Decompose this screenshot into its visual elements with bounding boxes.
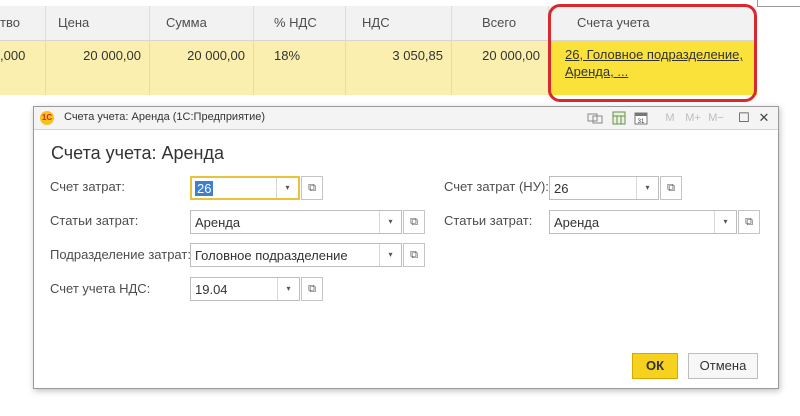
col-total-header[interactable]: Всего <box>452 6 549 40</box>
col-vat-rate-header[interactable]: % НДС <box>254 6 346 40</box>
close-icon[interactable]: ✕ <box>757 111 771 125</box>
cancel-button[interactable]: Отмена <box>688 353 758 379</box>
app-logo-icon: 1С <box>40 111 54 125</box>
cost-items-field[interactable]: Аренда ▾ <box>190 210 402 234</box>
cost-account-nu-field[interactable]: 26 ▾ <box>549 176 659 200</box>
col-price-header[interactable]: Цена <box>46 6 150 40</box>
memory-minus-icon[interactable]: M− <box>707 111 725 125</box>
col-accounts-header[interactable]: Счета учета <box>549 6 757 40</box>
dialog-titlebar[interactable]: 1С Счета учета: Аренда (1С:Предприятие) … <box>34 107 778 130</box>
cell-price[interactable]: 20 000,00 <box>46 41 150 95</box>
cell-accounts[interactable]: 26, Головное подразделение, Аренда, ... <box>549 41 757 95</box>
cell-vat-rate[interactable]: 18% <box>254 41 346 95</box>
division-label: Подразделение затрат: <box>50 247 191 262</box>
chevron-down-icon[interactable]: ▾ <box>379 211 401 233</box>
col-quantity-header[interactable]: тво <box>0 6 46 40</box>
accounts-dialog: 1С Счета учета: Аренда (1С:Предприятие) … <box>33 106 779 389</box>
cost-account-nu-label: Счет затрат (НУ): <box>444 179 549 194</box>
form-title: Счета учета: Аренда <box>51 143 224 163</box>
ok-button[interactable]: ОК <box>632 353 678 379</box>
svg-text:31: 31 <box>638 119 645 125</box>
cost-items-label: Статьи затрат: <box>50 213 139 228</box>
accounts-link[interactable]: 26, Головное подразделение, Аренда, ... <box>565 46 749 80</box>
open-form-icon[interactable]: ⧉ <box>301 277 323 301</box>
calculator-icon[interactable] <box>612 111 626 125</box>
right-cost-items-field[interactable]: Аренда ▾ <box>549 210 737 234</box>
open-form-icon[interactable]: ⧉ <box>403 243 425 267</box>
document-table: тво Цена Сумма % НДС НДС Всего Счета уче… <box>0 0 800 102</box>
window-title: Счета учета: Аренда (1С:Предприятие) <box>64 111 265 123</box>
memory-plus-icon[interactable]: M+ <box>684 111 702 125</box>
cost-account-value: 26 <box>195 181 214 196</box>
division-field[interactable]: Головное подразделение ▾ <box>190 243 402 267</box>
col-vat-header[interactable]: НДС <box>346 6 452 40</box>
chevron-down-icon[interactable]: ▾ <box>636 177 658 199</box>
cost-account-label: Счет затрат: <box>50 179 125 194</box>
chevron-down-icon[interactable]: ▾ <box>276 178 298 198</box>
table-header: тво Цена Сумма % НДС НДС Всего Счета уче… <box>0 6 757 41</box>
cell-total[interactable]: 20 000,00 <box>452 41 549 95</box>
cost-items-value: Аренда <box>195 215 241 230</box>
memory-icon[interactable]: M <box>664 111 676 125</box>
maximize-icon[interactable]: ☐ <box>737 111 751 125</box>
cell-quantity[interactable]: ,000 <box>0 41 46 95</box>
chevron-down-icon[interactable]: ▾ <box>277 278 299 300</box>
right-cost-items-label: Статьи затрат: <box>444 213 533 228</box>
calendar-icon[interactable]: 31 <box>634 111 648 125</box>
chevron-down-icon[interactable]: ▾ <box>714 211 736 233</box>
scroll-corner <box>757 0 800 7</box>
vat-account-label: Счет учета НДС: <box>50 281 151 296</box>
cell-sum[interactable]: 20 000,00 <box>150 41 254 95</box>
cell-vat[interactable]: 3 050,85 <box>346 41 452 95</box>
open-form-icon[interactable]: ⧉ <box>403 210 425 234</box>
division-value: Головное подразделение <box>195 248 348 263</box>
open-form-icon[interactable]: ⧉ <box>660 176 682 200</box>
vat-account-value: 19.04 <box>195 282 228 297</box>
cost-account-nu-value: 26 <box>554 181 569 196</box>
cost-account-field[interactable]: 26 ▾ <box>190 176 300 200</box>
table-row[interactable]: ,000 20 000,00 20 000,00 18% 3 050,85 20… <box>0 41 757 95</box>
chevron-down-icon[interactable]: ▾ <box>379 244 401 266</box>
vat-account-field[interactable]: 19.04 ▾ <box>190 277 300 301</box>
right-cost-items-value: Аренда <box>554 215 600 230</box>
link-icon[interactable] <box>587 111 603 125</box>
open-form-icon[interactable]: ⧉ <box>301 176 323 200</box>
open-form-icon[interactable]: ⧉ <box>738 210 760 234</box>
col-sum-header[interactable]: Сумма <box>150 6 254 40</box>
